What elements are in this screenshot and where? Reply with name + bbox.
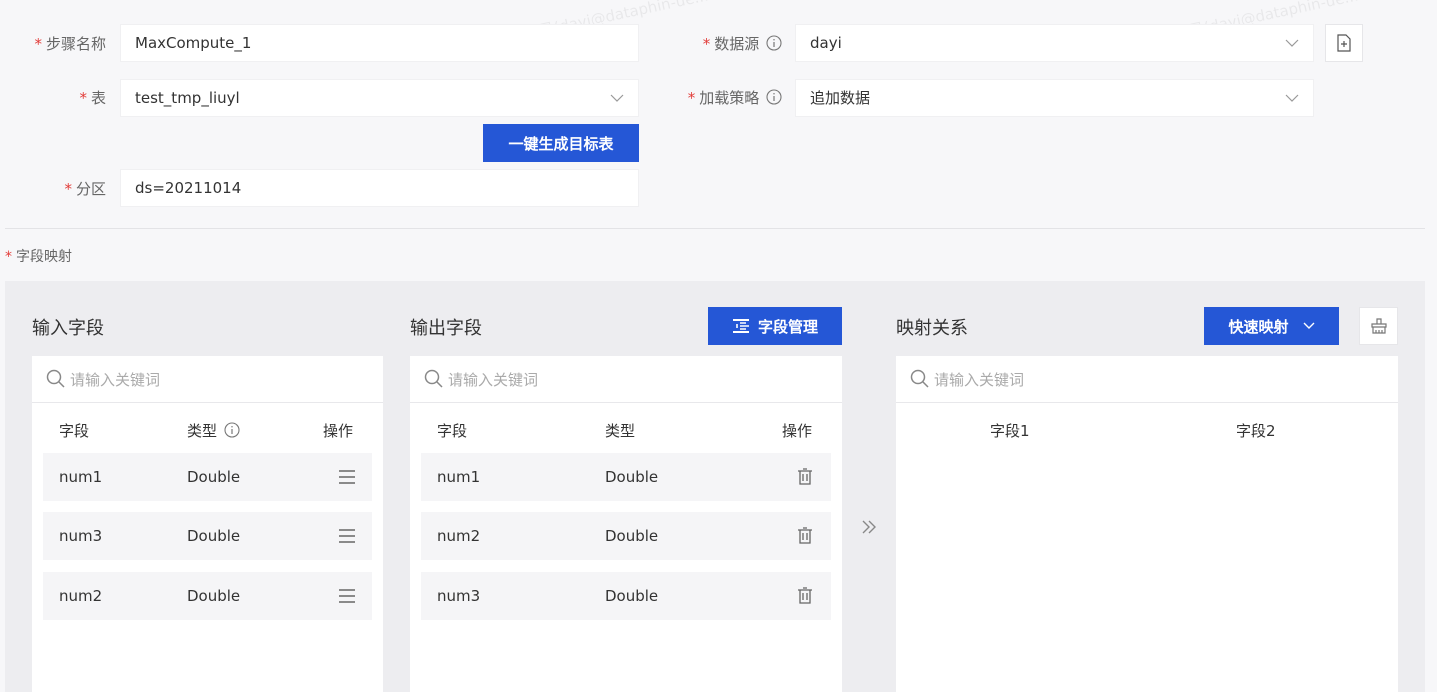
load-strategy-select-value: 追加数据 bbox=[810, 89, 871, 107]
output-fields-title: 输出字段 bbox=[410, 318, 482, 339]
output-fields-panel: 请输入关键词 字段 类型 操作 num1 Double num2 Double … bbox=[410, 356, 842, 692]
column-header-type: 类型 bbox=[187, 420, 240, 441]
datasource-select[interactable]: dayi bbox=[795, 24, 1314, 62]
search-icon bbox=[910, 369, 929, 388]
chevron-down-icon bbox=[610, 94, 624, 102]
row-field: num1 bbox=[437, 468, 481, 486]
column-header-field2: 字段2 bbox=[1236, 422, 1276, 440]
mapping-relation-panel: 请输入关键词 字段1 字段2 bbox=[896, 356, 1398, 692]
row-type: Double bbox=[187, 468, 241, 486]
field-management-button-label: 字段管理 bbox=[757, 317, 818, 336]
step-name-label: * 步骤名称 bbox=[20, 34, 106, 54]
drag-handle-icon[interactable] bbox=[338, 469, 356, 485]
table-row[interactable]: num2 Double bbox=[421, 512, 831, 560]
required-mark: * bbox=[34, 35, 42, 53]
table-row[interactable]: num1 Double bbox=[421, 453, 831, 501]
broom-icon bbox=[1370, 318, 1387, 334]
chevron-down-icon bbox=[1303, 322, 1314, 329]
double-chevron-right-icon[interactable] bbox=[860, 518, 878, 536]
trash-icon[interactable] bbox=[797, 587, 813, 605]
row-type: Double bbox=[187, 527, 241, 545]
required-mark: * bbox=[64, 180, 72, 198]
add-datasource-button[interactable] bbox=[1325, 24, 1363, 62]
clear-mapping-button[interactable] bbox=[1359, 307, 1398, 345]
column-header-action: 操作 bbox=[782, 422, 813, 440]
datasource-label-text: 数据源 bbox=[714, 35, 760, 53]
datasource-select-value: dayi bbox=[810, 34, 842, 52]
field-management-button[interactable]: 字段管理 bbox=[708, 307, 842, 345]
row-field: num2 bbox=[437, 527, 481, 545]
input-fields-search[interactable]: 请输入关键词 bbox=[32, 356, 383, 403]
table-row[interactable]: num3 Double bbox=[43, 512, 372, 560]
table-label: * 表 bbox=[20, 88, 106, 108]
column-header-field: 字段 bbox=[59, 422, 90, 440]
row-field: num3 bbox=[59, 527, 103, 545]
column-header-type: 类型 bbox=[605, 422, 636, 440]
table-label-text: 表 bbox=[90, 89, 106, 107]
search-placeholder: 请输入关键词 bbox=[448, 370, 539, 389]
mapping-relation-search[interactable]: 请输入关键词 bbox=[896, 356, 1398, 403]
row-type: Double bbox=[605, 468, 659, 486]
search-icon bbox=[46, 369, 65, 388]
row-field: num1 bbox=[59, 468, 103, 486]
required-mark: * bbox=[5, 249, 12, 265]
input-fields-title: 输入字段 bbox=[32, 318, 104, 339]
field-mapping-label: * 字段映射 bbox=[5, 246, 72, 266]
required-mark: * bbox=[702, 35, 711, 53]
table-select-value: test_tmp_liuyl bbox=[135, 89, 240, 107]
required-mark: * bbox=[79, 89, 87, 107]
mapping-relation-title: 映射关系 bbox=[896, 318, 968, 339]
partition-input[interactable]: ds=20211014 bbox=[120, 169, 639, 207]
datasource-label: * 数据源 bbox=[660, 34, 782, 54]
table-select[interactable]: test_tmp_liuyl bbox=[120, 79, 639, 117]
partition-label: * 分区 bbox=[20, 179, 106, 199]
drag-handle-icon[interactable] bbox=[338, 588, 356, 604]
search-placeholder: 请输入关键词 bbox=[934, 370, 1025, 389]
quick-map-button-label: 快速映射 bbox=[1228, 317, 1289, 336]
column-header-field: 字段 bbox=[437, 422, 468, 440]
quick-map-button[interactable]: 快速映射 bbox=[1204, 307, 1339, 345]
field-list-icon bbox=[732, 319, 749, 333]
column-header-action: 操作 bbox=[323, 422, 354, 440]
step-name-input[interactable]: MaxCompute_1 bbox=[120, 24, 639, 62]
column-header-field1: 字段1 bbox=[990, 422, 1030, 440]
trash-icon[interactable] bbox=[797, 468, 813, 486]
search-placeholder: 请输入关键词 bbox=[70, 370, 161, 389]
field-mapping-label-text: 字段映射 bbox=[16, 249, 72, 265]
row-type: Double bbox=[605, 587, 659, 605]
section-divider bbox=[5, 228, 1425, 229]
table-row[interactable]: num3 Double bbox=[421, 572, 831, 620]
input-fields-panel: 请输入关键词 字段 类型 操作 num1 Double num3 Double … bbox=[32, 356, 383, 692]
step-name-label-text: 步骤名称 bbox=[45, 35, 106, 53]
drag-handle-icon[interactable] bbox=[338, 528, 356, 544]
row-type: Double bbox=[605, 527, 659, 545]
chevron-down-icon bbox=[1285, 94, 1299, 102]
row-field: num2 bbox=[59, 587, 103, 605]
info-icon bbox=[766, 35, 782, 51]
info-icon bbox=[224, 422, 240, 438]
trash-icon[interactable] bbox=[797, 527, 813, 545]
table-row[interactable]: num1 Double bbox=[43, 453, 372, 501]
info-icon bbox=[766, 89, 782, 105]
row-field: num3 bbox=[437, 587, 481, 605]
search-icon bbox=[424, 369, 443, 388]
table-row[interactable]: num2 Double bbox=[43, 572, 372, 620]
file-add-icon bbox=[1337, 34, 1351, 52]
load-strategy-label: * 加载策略 bbox=[660, 88, 782, 108]
output-fields-search[interactable]: 请输入关键词 bbox=[410, 356, 842, 403]
load-strategy-select[interactable]: 追加数据 bbox=[795, 79, 1314, 117]
partition-label-text: 分区 bbox=[75, 180, 106, 198]
row-type: Double bbox=[187, 587, 241, 605]
generate-target-table-button[interactable]: 一键生成目标表 bbox=[483, 124, 639, 162]
chevron-down-icon bbox=[1285, 39, 1299, 47]
required-mark: * bbox=[687, 89, 696, 107]
column-header-type-text: 类型 bbox=[187, 422, 218, 440]
load-strategy-label-text: 加载策略 bbox=[699, 89, 760, 107]
